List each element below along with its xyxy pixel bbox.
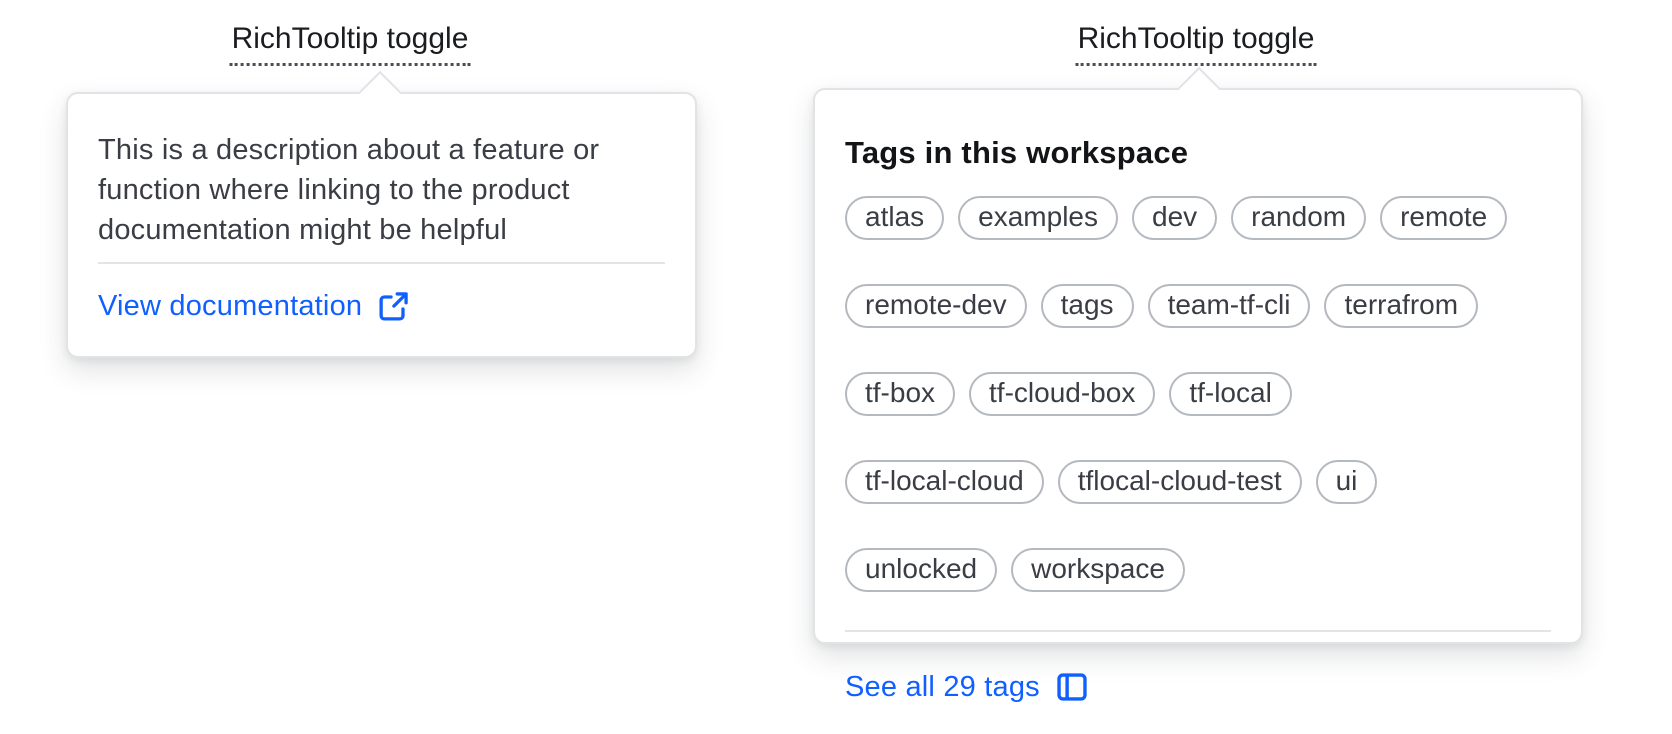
tag-pill: tf-cloud-box: [969, 372, 1156, 416]
tag-pill: remote-dev: [845, 284, 1027, 328]
tag-pill: remote: [1380, 196, 1508, 240]
tag-list: atlas examples dev random remote remote-dev ta…: [845, 196, 1551, 592]
view-documentation-label: View documentation: [98, 290, 363, 322]
tooltip-divider: [98, 262, 665, 264]
tag-pill: tf-box: [845, 372, 956, 416]
tags-heading: Tags in this workspace: [845, 135, 1189, 170]
tag-pill: dev: [1132, 196, 1218, 240]
tooltip-divider: [845, 630, 1551, 632]
tag-pill: workspace: [1011, 548, 1185, 592]
tag-pill: ui: [1315, 460, 1378, 504]
tag-pill: team-tf-cli: [1147, 284, 1311, 328]
richtooltip-toggle-right[interactable]: RichTooltip toggle: [1075, 22, 1317, 66]
tooltip-caret: [1177, 66, 1221, 110]
tag-pill: tf-local-cloud: [845, 460, 1044, 504]
tag-pill: random: [1231, 196, 1367, 240]
tag-pill: atlas: [845, 196, 945, 240]
tag-pill: unlocked: [845, 548, 998, 592]
view-documentation-link[interactable]: View documentation: [98, 290, 410, 323]
external-link-icon: [379, 292, 408, 321]
see-all-tags-label: See all 29 tags: [845, 670, 1040, 703]
tag-pill: tflocal-cloud-test: [1057, 460, 1302, 504]
tag-pill: terrafrom: [1324, 284, 1479, 328]
tooltip-caret: [358, 70, 402, 114]
see-all-tags-link[interactable]: See all 29 tags: [845, 670, 1089, 704]
richtooltip-popover-docs: This is a description about a feature or…: [66, 70, 697, 358]
tag-pill: tags: [1040, 284, 1134, 328]
sidebar-icon: [1057, 673, 1087, 701]
tag-pill: examples: [958, 196, 1118, 240]
tooltip-description: This is a description about a feature or…: [98, 134, 600, 246]
richtooltip-popover-tags: Tags in this workspace atlas examples dev r…: [813, 66, 1583, 703]
tag-pill: tf-local: [1169, 372, 1292, 416]
richtooltip-toggle-left[interactable]: RichTooltip toggle: [229, 22, 471, 66]
